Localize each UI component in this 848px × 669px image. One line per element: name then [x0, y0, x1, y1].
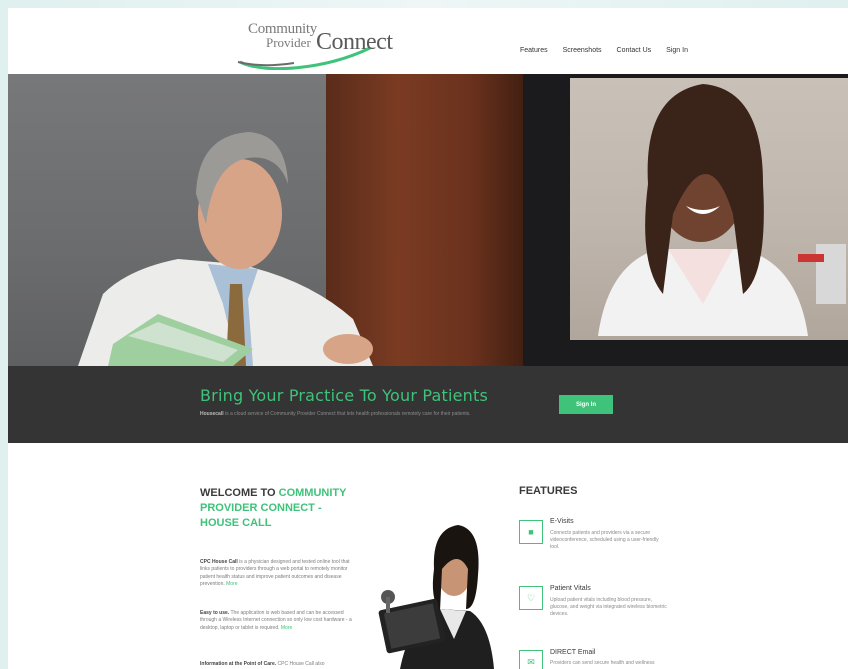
p3-text: CPC House Call also: [276, 661, 325, 667]
feature-icon-glyph: ■: [528, 526, 534, 537]
welcome-band: Bring Your Practice To Your Patients Hou…: [8, 366, 848, 443]
nav-contact-us[interactable]: Contact Us: [617, 47, 652, 54]
features-heading: FEATURES: [519, 485, 578, 497]
page: Community Provider Connect Features Scre…: [8, 8, 848, 669]
stethoscope-icon: ♡: [519, 586, 543, 610]
welcome-paragraph-1: CPC House Call is a physician designed a…: [200, 559, 355, 588]
logo-text-provider: Provider: [266, 35, 311, 50]
feature-direct-email-desc: Providers can send secure health and wel…: [550, 660, 655, 666]
band-subtitle-text: is a cloud service of Community Provider…: [223, 411, 471, 417]
site-logo[interactable]: Community Provider Connect: [234, 16, 393, 70]
feature-icon-glyph: ✉: [527, 656, 535, 667]
feature-vitals-desc: Upload patient vitals including blood pr…: [550, 597, 667, 617]
nav-features[interactable]: Features: [520, 47, 548, 54]
feature-evisits-desc: Connects patients and providers via a se…: [550, 530, 659, 550]
nav-sign-in[interactable]: Sign In: [666, 47, 688, 54]
p1-bold: CPC House Call: [200, 559, 238, 565]
hero-image: [8, 74, 848, 366]
band-subtitle: Housecall is a cloud service of Communit…: [200, 411, 471, 417]
welcome-heading-prefix: WELCOME TO: [200, 487, 279, 499]
p2-bold: Easy to use.: [200, 610, 230, 616]
nav-screenshots[interactable]: Screenshots: [563, 47, 602, 54]
video-camera-icon: ■: [519, 520, 543, 544]
feature-vitals-title: Patient Vitals: [550, 585, 591, 592]
feature-icon-glyph: ♡: [526, 592, 536, 603]
woman-with-tablet-image: [378, 525, 494, 669]
welcome-paragraph-3: Information at the Point of Care. CPC Ho…: [200, 661, 355, 668]
p3-bold: Information at the Point of Care.: [200, 661, 277, 667]
feature-evisits-title: E-Visits: [550, 518, 574, 525]
band-subtitle-bold: Housecall: [200, 411, 224, 417]
hero-illustration: [78, 84, 846, 366]
site-header: Community Provider Connect Features Scre…: [8, 8, 848, 74]
envelope-icon: ✉: [519, 650, 543, 669]
band-title: Bring Your Practice To Your Patients: [200, 386, 489, 405]
logo-text-connect: Connect: [316, 29, 393, 55]
p2-more-link[interactable]: More: [281, 625, 292, 631]
top-nav: Features Screenshots Contact Us Sign In: [520, 47, 688, 54]
welcome-heading: WELCOME TO COMMUNITY PROVIDER CONNECT - …: [200, 486, 360, 531]
welcome-paragraph-2: Easy to use. The application is web base…: [200, 610, 355, 632]
logo-text-community: Community: [248, 21, 317, 37]
sign-in-button[interactable]: Sign In: [559, 395, 613, 414]
feature-direct-email-title: DIRECT Email: [550, 649, 596, 656]
p1-more-link[interactable]: More: [226, 581, 237, 587]
